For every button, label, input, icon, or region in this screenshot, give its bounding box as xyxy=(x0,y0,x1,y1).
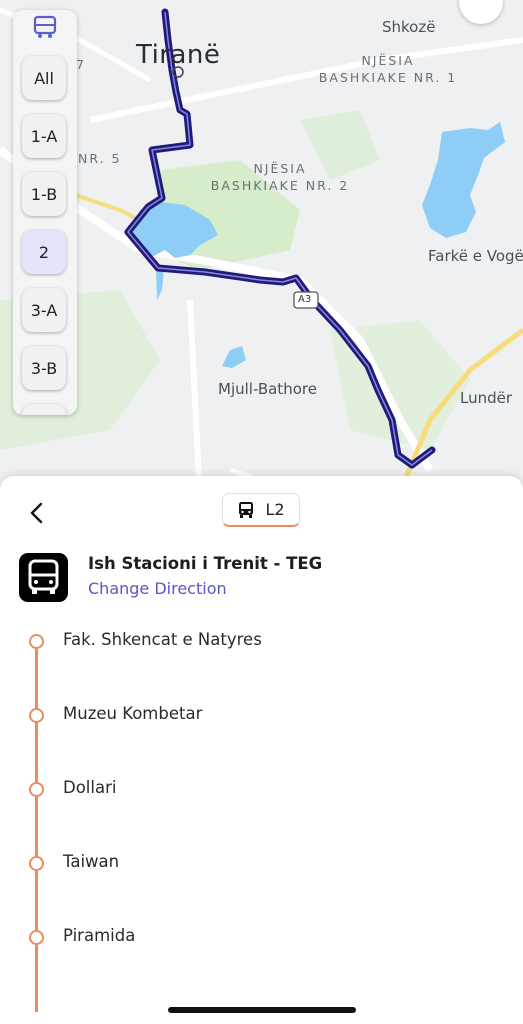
stop-dot-icon xyxy=(29,930,44,945)
route-chip-3b[interactable]: 3-B xyxy=(22,346,66,390)
change-direction-link[interactable]: Change Direction xyxy=(88,579,227,598)
route-chip-all[interactable]: All xyxy=(22,56,66,100)
stops-timeline xyxy=(35,640,38,1012)
route-details-sheet: L2 Ish Stacioni i Trenit - TEG Change Di… xyxy=(0,476,523,1024)
route-chip-more[interactable] xyxy=(22,404,66,415)
route-chip-3a[interactable]: 3-A xyxy=(22,288,66,332)
place-label-nr5: NR. 5 xyxy=(78,151,122,166)
place-label-lunder: Lundër xyxy=(460,389,513,407)
map-view[interactable]: Tiranë Shkozë NJËSIA BASHKIAKE NR. 1 NJË… xyxy=(0,0,523,500)
stop-name: Piramida xyxy=(63,926,136,945)
stop-item[interactable]: Dollari xyxy=(0,775,523,805)
stop-item[interactable]: Muzeu Kombetar xyxy=(0,701,523,731)
place-label-mjull-bathore: Mjull-Bathore xyxy=(218,380,317,398)
bus-stop-icon xyxy=(19,553,68,602)
route-title: Ish Stacioni i Trenit - TEG xyxy=(88,554,323,573)
stop-item[interactable]: Taiwan xyxy=(0,849,523,879)
bus-icon xyxy=(239,501,254,518)
stop-dot-icon xyxy=(29,782,44,797)
route-chip-2[interactable]: 2 xyxy=(22,230,66,274)
stop-name: Taiwan xyxy=(63,852,120,871)
place-label-nr7: 7 xyxy=(76,57,86,72)
line-badge-label: L2 xyxy=(265,500,285,519)
place-label-shkoze: Shkozë xyxy=(382,18,436,36)
place-label-farke: Farkë e Vogël xyxy=(428,247,523,265)
stop-name: Muzeu Kombetar xyxy=(63,704,203,723)
city-label: Tiranë xyxy=(136,40,221,70)
stop-item[interactable]: Piramida xyxy=(0,923,523,953)
chevron-left-icon xyxy=(30,502,43,524)
place-label-njesia-2: NJËSIA BASHKIAKE NR. 2 xyxy=(210,161,350,193)
road-shield-label: A3 xyxy=(298,294,312,305)
stop-item[interactable]: Fak. Shkencat e Natyres xyxy=(0,627,523,657)
route-selector[interactable]: All 1-A 1-B 2 3-A 3-B xyxy=(13,10,77,415)
stop-dot-icon xyxy=(29,634,44,649)
stop-dot-icon xyxy=(29,856,44,871)
route-chip-1b[interactable]: 1-B xyxy=(22,172,66,216)
home-indicator[interactable] xyxy=(168,1007,356,1013)
stop-name: Dollari xyxy=(63,778,117,797)
place-label-njesia-1: NJËSIA BASHKIAKE NR. 1 xyxy=(318,53,458,85)
stop-dot-icon xyxy=(29,708,44,723)
line-badge[interactable]: L2 xyxy=(222,493,300,527)
route-chip-1a[interactable]: 1-A xyxy=(22,114,66,158)
back-button[interactable] xyxy=(22,498,52,528)
stop-name: Fak. Shkencat e Natyres xyxy=(63,630,262,649)
bus-icon xyxy=(32,14,58,40)
